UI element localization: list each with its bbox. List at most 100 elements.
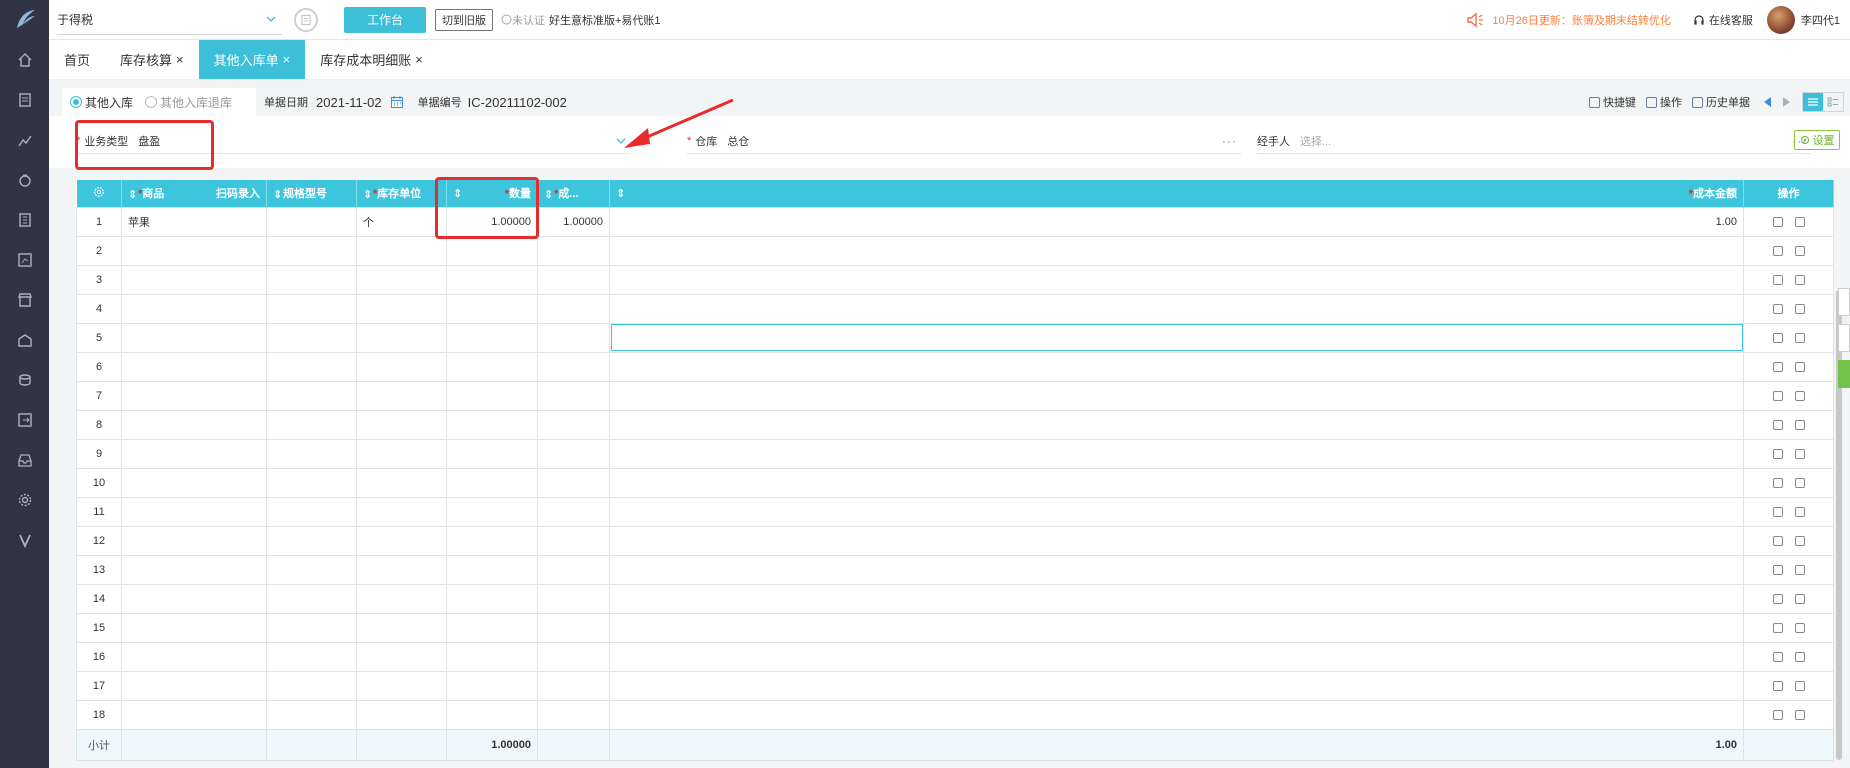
sort-icon[interactable]: ⇕ — [616, 187, 625, 200]
cell-product[interactable] — [121, 525, 267, 556]
delete-icon[interactable] — [1772, 361, 1783, 372]
delete-icon[interactable] — [1772, 274, 1783, 285]
cell-cost-amount[interactable] — [609, 612, 1744, 643]
cell-spec[interactable] — [266, 235, 357, 266]
cell-cost-amount[interactable] — [609, 525, 1744, 556]
list-view-icon[interactable] — [1803, 93, 1823, 111]
sort-icon[interactable]: ⇕ — [544, 188, 553, 201]
cell-cost-amount[interactable] — [609, 322, 1744, 353]
vip-icon[interactable] — [0, 520, 49, 560]
cell-quantity[interactable] — [446, 438, 538, 469]
cell-quantity[interactable] — [446, 322, 538, 353]
cell-cost-amount[interactable] — [609, 264, 1744, 295]
cell-product[interactable] — [121, 496, 267, 527]
cell-unit-cost[interactable] — [537, 293, 610, 324]
cell-product[interactable]: 苹果 — [121, 206, 267, 237]
delete-icon[interactable] — [1772, 303, 1783, 314]
cell-unit[interactable] — [356, 438, 447, 469]
radio-other-inbound[interactable]: 其他入库 — [70, 94, 133, 111]
cell-unit[interactable] — [356, 467, 447, 498]
header-unit[interactable]: ⇕*库存单位 — [356, 180, 447, 207]
cell-cost-amount[interactable] — [609, 699, 1744, 730]
cell-unit-cost[interactable] — [537, 612, 610, 643]
table-row[interactable]: 15 — [76, 612, 1834, 643]
copy-icon[interactable] — [1794, 361, 1805, 372]
table-row[interactable]: 16 — [76, 641, 1834, 672]
header-cost-amount[interactable]: ⇕ *成本金额 — [609, 180, 1744, 207]
cell-unit-cost[interactable] — [537, 670, 610, 701]
report-icon[interactable] — [0, 240, 49, 280]
cell-quantity[interactable] — [446, 351, 538, 382]
cell-product[interactable] — [121, 438, 267, 469]
sort-icon[interactable]: ⇕ — [273, 188, 282, 201]
cell-unit[interactable] — [356, 554, 447, 585]
cell-product[interactable] — [121, 554, 267, 585]
cell-unit[interactable] — [356, 583, 447, 614]
cell-product[interactable] — [121, 380, 267, 411]
cell-spec[interactable] — [266, 699, 357, 730]
detail-view-icon[interactable] — [1823, 93, 1843, 111]
calendar-icon[interactable] — [390, 95, 404, 109]
cell-unit-cost[interactable]: 1.00000 — [537, 206, 610, 237]
delete-icon[interactable] — [1772, 332, 1783, 343]
delete-icon[interactable] — [1772, 477, 1783, 488]
cell-unit[interactable] — [356, 641, 447, 672]
more-icon[interactable]: ··· — [1222, 134, 1237, 148]
cell-spec[interactable] — [266, 380, 357, 411]
cell-product[interactable] — [121, 409, 267, 440]
delete-icon[interactable] — [1772, 535, 1783, 546]
column-settings[interactable] — [76, 180, 122, 207]
table-row[interactable]: 14 — [76, 583, 1834, 614]
table-row[interactable]: 6 — [76, 351, 1834, 382]
cell-spec[interactable] — [266, 641, 357, 672]
cell-spec[interactable] — [266, 322, 357, 353]
cell-spec[interactable] — [266, 438, 357, 469]
cell-unit-cost[interactable] — [537, 467, 610, 498]
inbox-icon[interactable] — [0, 440, 49, 480]
table-row[interactable]: 11 — [76, 496, 1834, 527]
cell-product[interactable] — [121, 699, 267, 730]
cell-unit-cost[interactable] — [537, 322, 610, 353]
cell-unit[interactable] — [356, 351, 447, 382]
cell-unit-cost[interactable] — [537, 496, 610, 527]
copy-icon[interactable] — [1794, 390, 1805, 401]
delete-icon[interactable] — [1772, 245, 1783, 256]
cell-cost-amount[interactable] — [609, 409, 1744, 440]
close-icon[interactable]: × — [283, 52, 291, 67]
chart-icon[interactable] — [0, 120, 49, 160]
cell-unit-cost[interactable] — [537, 380, 610, 411]
cell-spec[interactable] — [266, 293, 357, 324]
cell-unit[interactable] — [356, 264, 447, 295]
shortcut-button[interactable]: 快捷键 — [1589, 94, 1636, 110]
cell-unit-cost[interactable] — [537, 351, 610, 382]
operation-button[interactable]: 操作 — [1646, 94, 1682, 110]
cell-product[interactable] — [121, 612, 267, 643]
copy-icon[interactable] — [1794, 419, 1805, 430]
store-icon[interactable] — [0, 280, 49, 320]
copy-icon[interactable] — [1794, 622, 1805, 633]
cell-quantity[interactable] — [446, 380, 538, 411]
username[interactable]: 李四代1 — [1801, 12, 1840, 28]
cell-cost-amount[interactable] — [609, 554, 1744, 585]
cell-spec[interactable] — [266, 351, 357, 382]
home-icon[interactable] — [0, 40, 49, 80]
table-row[interactable]: 10 — [76, 467, 1834, 498]
rail-print-icon[interactable] — [1838, 324, 1850, 352]
cell-spec[interactable] — [266, 409, 357, 440]
document-icon[interactable] — [0, 80, 49, 120]
company-select[interactable]: 于得税 — [57, 5, 282, 35]
cell-cost-amount[interactable] — [609, 380, 1744, 411]
warehouse-icon[interactable] — [0, 320, 49, 360]
cell-quantity[interactable] — [446, 293, 538, 324]
cell-spec[interactable] — [266, 612, 357, 643]
online-service-link[interactable]: 在线客服 — [1693, 12, 1753, 28]
previous-icon[interactable] — [1764, 97, 1771, 107]
copy-icon[interactable] — [1794, 332, 1805, 343]
copy-icon[interactable] — [1794, 651, 1805, 662]
cell-unit-cost[interactable] — [537, 641, 610, 672]
copy-icon[interactable] — [1794, 245, 1805, 256]
delete-icon[interactable] — [1772, 390, 1783, 401]
tab-other-inbound[interactable]: 其他入库单 × — [198, 40, 306, 79]
cell-unit-cost[interactable] — [537, 438, 610, 469]
delete-icon[interactable] — [1772, 593, 1783, 604]
